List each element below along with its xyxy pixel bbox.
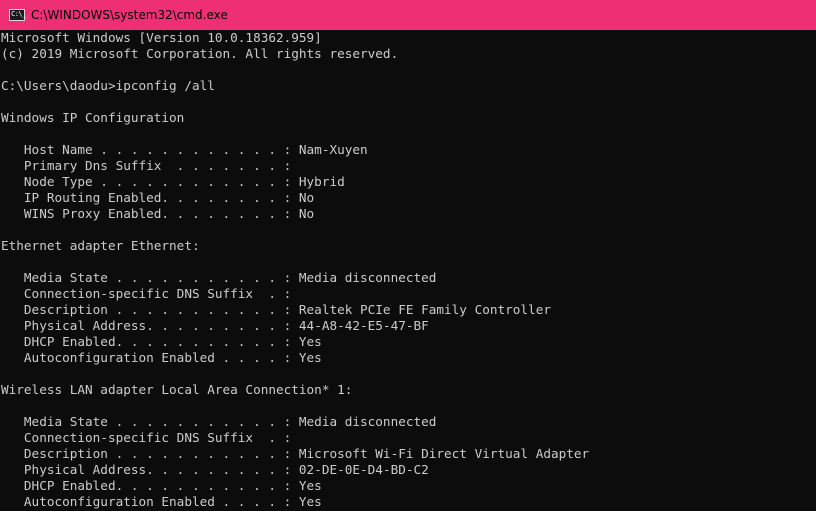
console-line: (c) 2019 Microsoft Corporation. All righ… bbox=[1, 46, 399, 61]
console-line: Host Name . . . . . . . . . . . . : Nam-… bbox=[1, 142, 368, 157]
command-prompt-icon[interactable]: C:\_ bbox=[9, 9, 26, 21]
console-line: Physical Address. . . . . . . . . : 02-D… bbox=[1, 462, 429, 477]
console-line: Connection-specific DNS Suffix . : bbox=[1, 430, 292, 445]
console-line: Physical Address. . . . . . . . . : 44-A… bbox=[1, 318, 429, 333]
console-line: C:\Users\daodu>ipconfig /all bbox=[1, 78, 215, 93]
window-title: C:\WINDOWS\system32\cmd.exe bbox=[31, 8, 228, 22]
icon-glyph: C:\_ bbox=[11, 10, 26, 18]
console-line: Node Type . . . . . . . . . . . . : Hybr… bbox=[1, 174, 345, 189]
console-output[interactable]: Microsoft Windows [Version 10.0.18362.95… bbox=[0, 30, 816, 511]
console-line: Media State . . . . . . . . . . . : Medi… bbox=[1, 414, 437, 429]
console-line: Autoconfiguration Enabled . . . . : Yes bbox=[1, 494, 322, 509]
console-line: Ethernet adapter Ethernet: bbox=[1, 238, 200, 253]
console-line: Description . . . . . . . . . . . : Real… bbox=[1, 302, 551, 317]
console-line: Primary Dns Suffix . . . . . . . : bbox=[1, 158, 292, 173]
console-line: Description . . . . . . . . . . . : Micr… bbox=[1, 446, 590, 461]
console-line: DHCP Enabled. . . . . . . . . . . : Yes bbox=[1, 478, 322, 493]
cmd-window: C:\_ C:\WINDOWS\system32\cmd.exe Microso… bbox=[0, 0, 816, 511]
console-line: Autoconfiguration Enabled . . . . : Yes bbox=[1, 350, 322, 365]
console-line: WINS Proxy Enabled. . . . . . . . : No bbox=[1, 206, 315, 221]
console-line: Windows IP Configuration bbox=[1, 110, 185, 125]
console-line: Microsoft Windows [Version 10.0.18362.95… bbox=[1, 30, 322, 45]
console-line: IP Routing Enabled. . . . . . . . : No bbox=[1, 190, 315, 205]
console-line: Media State . . . . . . . . . . . : Medi… bbox=[1, 270, 437, 285]
title-bar[interactable]: C:\_ C:\WINDOWS\system32\cmd.exe bbox=[0, 0, 816, 30]
console-line: Wireless LAN adapter Local Area Connecti… bbox=[1, 382, 353, 397]
console-line: DHCP Enabled. . . . . . . . . . . : Yes bbox=[1, 334, 322, 349]
console-line: Connection-specific DNS Suffix . : bbox=[1, 286, 292, 301]
